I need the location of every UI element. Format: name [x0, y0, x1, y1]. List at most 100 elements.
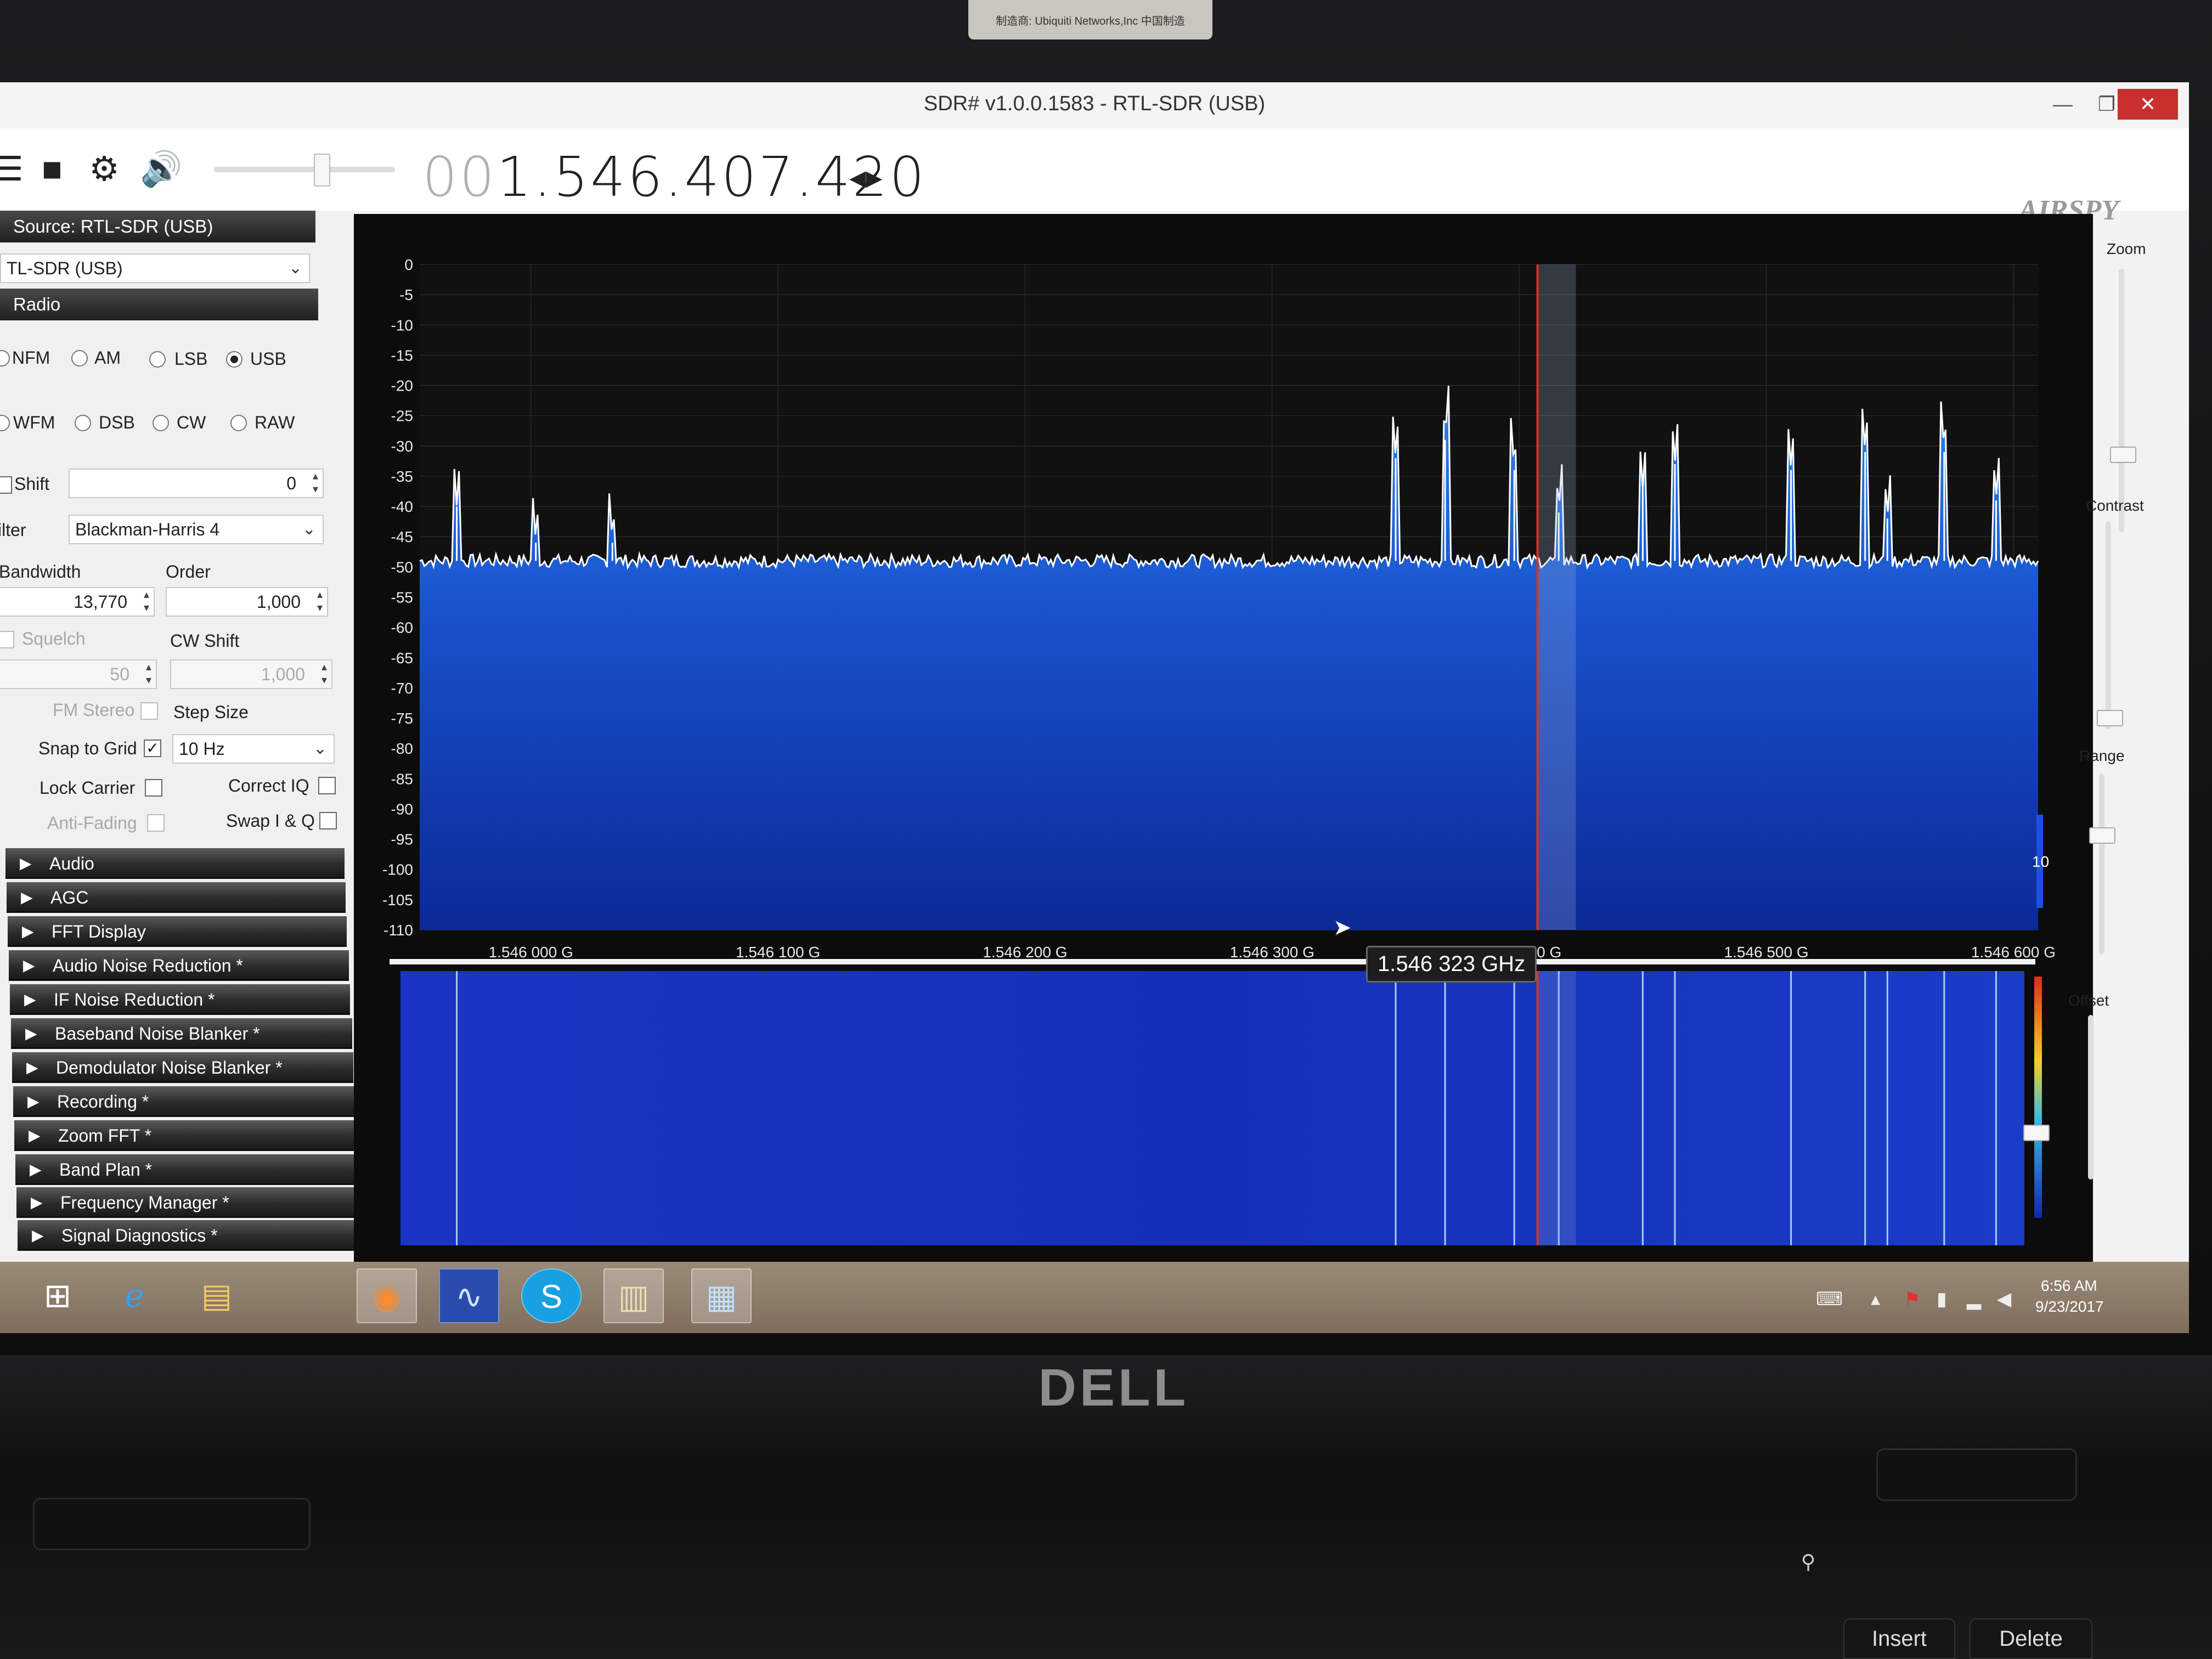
firefox-icon[interactable]: ◉ [357, 1268, 417, 1323]
gear-icon[interactable]: ⚙ [85, 150, 123, 189]
radio-header[interactable]: Radio [0, 289, 318, 320]
y-tick-label: -55 [391, 589, 413, 606]
frequency-step-arrows[interactable]: ◂▸ [849, 158, 882, 196]
x-tick-label: 1.546 100 G [736, 944, 820, 961]
spinner-icon[interactable]: ▴ ▾ [321, 661, 327, 687]
spinner-icon[interactable]: ▴ ▾ [313, 470, 318, 496]
panel-fft-display[interactable]: ▶ FFT Display [8, 916, 347, 947]
panel-band-plan[interactable]: ▶ Band Plan * [15, 1154, 358, 1185]
panel-demodulator-noise-blanker[interactable]: ▶ Demodulator Noise Blanker * [12, 1052, 353, 1083]
swap-iq-checkbox[interactable] [319, 812, 337, 830]
contrast-slider[interactable] [2106, 521, 2111, 730]
expand-arrow-icon: ▶ [25, 1025, 37, 1042]
radio-nfm[interactable] [0, 350, 10, 366]
shift-checkbox[interactable] [0, 476, 12, 494]
clock-date[interactable]: 9/23/2017 [2035, 1298, 2104, 1316]
offset-label: Offset [2068, 992, 2109, 1009]
spinner-icon[interactable]: ▴ ▾ [144, 588, 149, 614]
panel-if-noise-reduction[interactable]: ▶ IF Noise Reduction * [10, 984, 350, 1015]
zoom-slider-thumb[interactable] [2110, 447, 2136, 463]
speaker-icon[interactable]: 🔊 [140, 150, 182, 189]
panel-label: Band Plan * [59, 1160, 153, 1180]
order-input[interactable]: 1,000 ▴ ▾ [166, 587, 328, 617]
offset-slider[interactable] [2088, 1015, 2094, 1180]
contrast-slider-thumb[interactable] [2097, 710, 2123, 726]
panel-signal-diagnostics[interactable]: ▶ Signal Diagnostics * [18, 1220, 361, 1251]
waterfall[interactable] [400, 971, 2024, 1245]
tool-icon[interactable]: ▥ [603, 1268, 664, 1323]
cw-shift-input[interactable]: 1,000 ▴ ▾ [170, 659, 332, 689]
close-button[interactable]: ✕ [2118, 89, 2178, 120]
radio-usb[interactable] [226, 351, 242, 368]
file-explorer-icon[interactable]: ▤ [187, 1268, 247, 1323]
source-header[interactable]: Source: RTL-SDR (USB) [0, 211, 315, 242]
volume-slider-thumb[interactable] [314, 154, 330, 187]
radio-cw[interactable] [153, 415, 169, 431]
expand-arrow-icon: ▶ [21, 889, 33, 906]
chevron-down-icon: ⌄ [288, 259, 302, 277]
panel-agc[interactable]: ▶ AGC [7, 882, 346, 913]
label-usb: USB [250, 349, 286, 369]
lock-carrier-checkbox[interactable] [145, 779, 162, 797]
flag-icon[interactable]: ⚑ [1904, 1288, 1920, 1310]
panel-label: Frequency Manager * [60, 1193, 229, 1212]
panel-audio[interactable]: ▶ Audio [5, 848, 345, 879]
panel-baseband-noise-blanker[interactable]: ▶ Baseband Noise Blanker * [11, 1018, 352, 1049]
range-value: 10 [2032, 853, 2049, 870]
frequency-leading-digits[interactable]: 00 [422, 145, 496, 209]
menu-icon[interactable]: ☰ [0, 150, 27, 189]
panel-recording[interactable]: ▶ Recording * [13, 1086, 356, 1117]
expand-arrow-icon: ▶ [20, 855, 32, 872]
tray-expand-icon[interactable]: ▴ [1871, 1288, 1880, 1310]
label-nfm: NFM [12, 348, 50, 368]
step-size-select[interactable]: 10 Hz ⌄ [172, 734, 335, 764]
bandwidth-input[interactable]: 13,770 ▴ ▾ [0, 587, 155, 617]
correct-iq-label: Correct IQ [228, 776, 309, 795]
radio-wfm[interactable] [0, 415, 10, 431]
stop-icon[interactable]: ■ [33, 150, 71, 189]
y-tick-label: -15 [391, 347, 413, 364]
zoom-slider[interactable] [2119, 269, 2124, 532]
bandwidth-value: 13,770 [74, 592, 127, 612]
signal-icon[interactable]: ▂ [1967, 1288, 1981, 1310]
battery-icon[interactable]: ▮ [1937, 1288, 1947, 1310]
fm-stereo-checkbox[interactable] [140, 702, 158, 720]
window-title: SDR# v1.0.0.1583 - RTL-SDR (USB) [923, 92, 1266, 115]
range-slider-thumb[interactable] [2089, 827, 2115, 844]
squelch-checkbox[interactable] [0, 631, 14, 648]
windows-start-icon[interactable]: ⊞ [27, 1268, 88, 1323]
y-tick-label: -80 [391, 740, 413, 757]
clock-time[interactable]: 6:56 AM [2041, 1277, 2097, 1295]
correct-iq-checkbox[interactable] [318, 777, 336, 794]
offset-slider-thumb[interactable] [2023, 1125, 2050, 1141]
sdrsharp-icon[interactable]: ∿ [439, 1268, 499, 1323]
filter-select[interactable]: Blackman-Harris 4 ⌄ [69, 515, 324, 544]
anti-fading-checkbox[interactable] [147, 814, 165, 832]
panel-audio-noise-reduction[interactable]: ▶ Audio Noise Reduction * [9, 950, 349, 981]
spectrum-analyzer[interactable]: 0 -5 -10 -15 -20 -25 -30 -35 -40 -45 -50 -55 -60 -65 -… [357, 214, 2068, 1245]
radio-dsb[interactable] [75, 415, 91, 431]
volume-tray-icon[interactable]: ◀ [1997, 1288, 2011, 1310]
source-device-select[interactable]: TL-SDR (USB) ⌄ [0, 253, 310, 283]
internet-explorer-icon[interactable]: ℯ [104, 1268, 165, 1323]
y-tick-label: -50 [391, 558, 413, 575]
radio-raw[interactable] [230, 415, 247, 431]
snap-to-grid-checkbox[interactable]: ✓ [144, 740, 161, 757]
fm-stereo-label: FM Stereo [53, 700, 135, 720]
radio-am[interactable] [71, 350, 88, 366]
spinner-icon[interactable]: ▴ ▾ [146, 661, 151, 687]
keyboard-icon[interactable]: ⌨ [1816, 1288, 1843, 1310]
range-slider[interactable] [2099, 774, 2104, 955]
skype-icon[interactable]: S [521, 1268, 582, 1323]
radio-lsb[interactable] [149, 351, 166, 368]
window-app-icon[interactable]: ▦ [691, 1268, 752, 1323]
panel-zoom-fft[interactable]: ▶ Zoom FFT * [14, 1120, 357, 1151]
y-tick-label: -65 [391, 650, 413, 667]
panel-frequency-manager[interactable]: ▶ Frequency Manager * [16, 1187, 360, 1218]
spinner-icon[interactable]: ▴ ▾ [317, 588, 323, 614]
expand-arrow-icon: ▶ [26, 1059, 38, 1076]
minimize-button[interactable]: — [2041, 89, 2085, 120]
shift-input[interactable]: 0 ▴ ▾ [69, 469, 324, 498]
squelch-input[interactable]: 50 ▴ ▾ [0, 659, 157, 689]
volume-slider[interactable] [214, 167, 395, 172]
